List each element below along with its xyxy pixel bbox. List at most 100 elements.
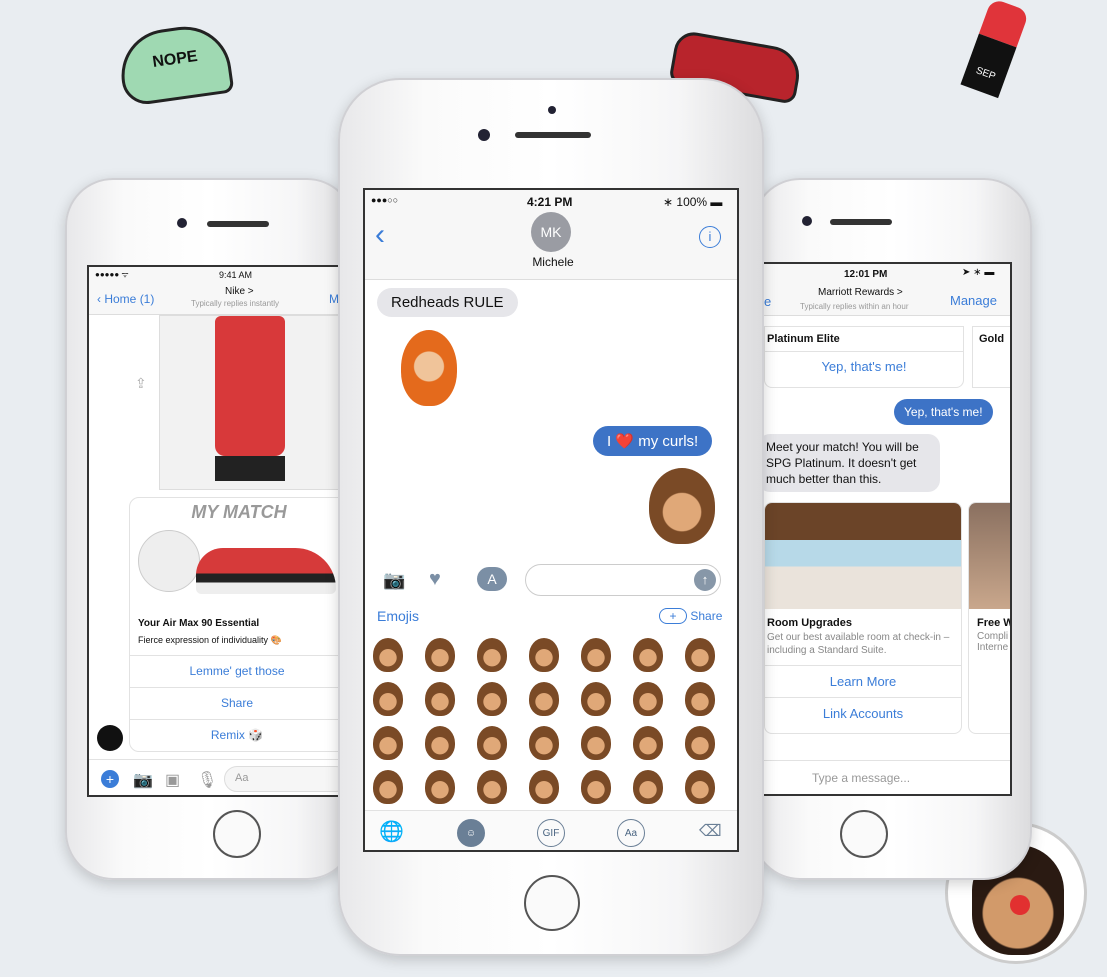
emoji-sticker[interactable] bbox=[633, 638, 663, 672]
emoji-sticker[interactable] bbox=[529, 682, 559, 716]
gif-button[interactable]: GIF bbox=[537, 819, 565, 847]
signal-indicator: ●●●○○ bbox=[371, 195, 399, 205]
image-icon[interactable]: ▣ bbox=[165, 770, 180, 790]
emoji-sticker[interactable] bbox=[685, 726, 715, 760]
redhead-emoji-sticker bbox=[401, 330, 457, 406]
emoji-sticker[interactable] bbox=[737, 638, 739, 672]
info-icon[interactable]: i bbox=[699, 226, 721, 248]
card-header: MY MATCH bbox=[191, 502, 287, 522]
back-chevron-icon[interactable]: ‹ bbox=[375, 218, 385, 252]
emoji-keyboard-icon[interactable]: ☺ bbox=[457, 819, 485, 847]
chat-title: Marriott Rewards > bbox=[818, 287, 903, 298]
emoji-sticker[interactable] bbox=[685, 682, 715, 716]
remix-button[interactable]: Remix 🎲 bbox=[129, 719, 345, 750]
plus-icon: + bbox=[659, 608, 687, 624]
share-button[interactable]: + Share bbox=[659, 608, 722, 624]
back-button[interactable]: e bbox=[764, 294, 771, 309]
home-button[interactable] bbox=[524, 875, 580, 931]
text-part: my curls! bbox=[638, 433, 699, 450]
home-button[interactable] bbox=[840, 810, 888, 858]
yep-button[interactable]: Yep, that's me! bbox=[765, 351, 963, 381]
status-time: 12:01 PM bbox=[844, 269, 888, 280]
nope-cap-sticker: NOPE bbox=[115, 20, 235, 108]
text-part: I bbox=[607, 433, 612, 450]
emoji-sticker[interactable] bbox=[685, 638, 715, 672]
emoji-sticker[interactable] bbox=[581, 638, 611, 672]
share-button[interactable]: Share bbox=[129, 687, 345, 718]
message-input[interactable]: Type a message... bbox=[754, 760, 1010, 794]
message-input[interactable]: Aa bbox=[224, 766, 345, 792]
text-size-button[interactable]: Aa bbox=[617, 819, 645, 847]
emoji-sticker[interactable] bbox=[737, 726, 739, 760]
emoji-sticker[interactable] bbox=[477, 682, 507, 716]
emoji-sticker[interactable] bbox=[425, 726, 455, 760]
emoji-sticker[interactable] bbox=[529, 726, 559, 760]
emoji-sticker[interactable] bbox=[529, 770, 559, 804]
emoji-sticker[interactable] bbox=[373, 726, 403, 760]
emoji-sticker[interactable] bbox=[425, 638, 455, 672]
emoji-sticker[interactable] bbox=[685, 770, 715, 804]
delete-icon[interactable]: ⌫ bbox=[699, 821, 722, 841]
plus-icon[interactable]: + bbox=[101, 770, 119, 788]
learn-more-button[interactable]: Learn More bbox=[765, 665, 961, 697]
option-title: Gold bbox=[979, 333, 1005, 345]
chat-title: Nike > bbox=[225, 286, 254, 297]
emoji-sticker[interactable] bbox=[633, 770, 663, 804]
imessage-input[interactable]: ↑ bbox=[525, 564, 721, 596]
lemme-get-those-button[interactable]: Lemme' get those bbox=[129, 655, 345, 686]
emoji-sticker[interactable] bbox=[581, 770, 611, 804]
heart-icon: ❤️ bbox=[615, 433, 635, 450]
share-label: Share bbox=[690, 609, 723, 623]
manage-button[interactable]: Manage bbox=[950, 293, 997, 308]
tank-thumb bbox=[138, 530, 200, 592]
back-label: Home (1) bbox=[104, 292, 155, 306]
emoji-sticker[interactable] bbox=[425, 682, 455, 716]
nike-avatar bbox=[97, 725, 123, 751]
emoji-sticker[interactable] bbox=[373, 682, 403, 716]
emoji-sticker[interactable] bbox=[373, 638, 403, 672]
status-time: 4:21 PM bbox=[527, 195, 573, 209]
home-button[interactable] bbox=[213, 810, 261, 858]
card-title: Free W bbox=[977, 617, 1012, 629]
chat-subtitle: Typically replies within an hour bbox=[800, 302, 909, 311]
emoji-sticker[interactable] bbox=[477, 638, 507, 672]
battery-indicator: ∗ 100% ▬ bbox=[663, 195, 723, 209]
emoji-sticker[interactable] bbox=[737, 770, 739, 804]
center-screen: ●●●○○ 4:21 PM ∗ 100% ▬ ‹ MK Michele i Re… bbox=[363, 188, 739, 852]
emoji-sticker[interactable] bbox=[581, 682, 611, 716]
emoji-sticker[interactable] bbox=[425, 770, 455, 804]
right-screen: 12:01 PM ➤ ∗ ▬ e Marriott Rewards > Typi… bbox=[752, 262, 1012, 796]
link-accounts-button[interactable]: Link Accounts bbox=[765, 697, 961, 729]
emoji-sticker[interactable] bbox=[477, 770, 507, 804]
contact-avatar[interactable]: MK bbox=[531, 212, 571, 252]
product-photo[interactable] bbox=[159, 315, 345, 490]
card-subtitle: Fierce expression of individuality 🎨 bbox=[138, 635, 282, 645]
emoji-sticker[interactable] bbox=[633, 726, 663, 760]
lipstick-label: SEP bbox=[960, 33, 1017, 99]
received-message: Meet your match! You will be SPG Platinu… bbox=[758, 434, 940, 492]
curly-emoji-sticker bbox=[649, 468, 715, 544]
send-arrow-icon[interactable]: ↑ bbox=[694, 569, 716, 591]
emoji-sticker[interactable] bbox=[581, 726, 611, 760]
battery-percent: 100% bbox=[676, 195, 708, 209]
emoji-sticker[interactable] bbox=[477, 726, 507, 760]
option-card-platinum: Platinum Elite Yep, that's me! bbox=[764, 326, 964, 388]
card-title: Your Air Max 90 Essential bbox=[138, 618, 260, 629]
share-icon[interactable]: ⇪ bbox=[135, 375, 147, 392]
chat-subtitle: Typically replies instantly bbox=[191, 299, 280, 308]
mic-icon[interactable]: 🎙 bbox=[197, 770, 217, 790]
sent-message: Yep, that's me! bbox=[894, 399, 993, 425]
globe-icon[interactable]: 🌐 bbox=[379, 819, 404, 844]
camera-icon[interactable]: 📷 bbox=[383, 570, 405, 591]
card-desc: Compli Interne bbox=[977, 631, 1009, 653]
back-button[interactable]: ‹ Home (1) bbox=[97, 292, 154, 306]
emoji-sticker[interactable] bbox=[737, 682, 739, 716]
emoji-sticker[interactable] bbox=[633, 682, 663, 716]
app-store-icon[interactable]: A bbox=[477, 567, 507, 591]
digital-touch-icon[interactable]: ♥ bbox=[429, 568, 441, 591]
emoji-sticker[interactable] bbox=[373, 770, 403, 804]
emoji-sticker[interactable] bbox=[529, 638, 559, 672]
option-title: Platinum Elite bbox=[767, 333, 840, 345]
received-message: Redheads RULE bbox=[377, 288, 518, 317]
camera-icon[interactable]: 📷 bbox=[133, 770, 153, 790]
